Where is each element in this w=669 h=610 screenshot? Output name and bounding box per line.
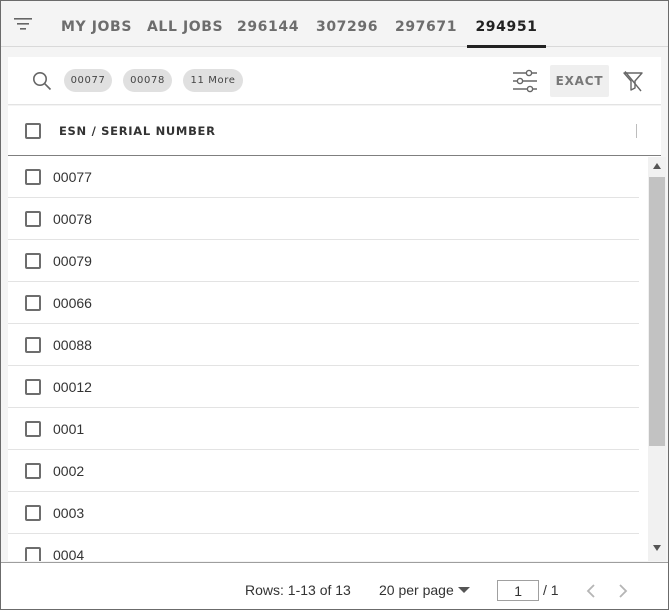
row-checkbox[interactable]: [25, 505, 41, 521]
page-number-input[interactable]: [497, 580, 539, 601]
table-row[interactable]: 00012: [8, 366, 639, 408]
page-total-label: / 1: [543, 582, 559, 598]
table-row[interactable]: 0001: [8, 408, 639, 450]
serial-number-table: ESN / SERIAL NUMBER 00077 00078 00079 00…: [8, 106, 666, 561]
table-row[interactable]: 0004: [8, 534, 639, 561]
row-checkbox[interactable]: [25, 253, 41, 269]
tab-my-jobs[interactable]: MY JOBS: [61, 1, 131, 47]
per-page-select[interactable]: 20 per page: [379, 582, 454, 598]
table-row[interactable]: 00079: [8, 240, 639, 282]
row-checkbox[interactable]: [25, 295, 41, 311]
select-all-checkbox[interactable]: [25, 123, 41, 139]
filter-off-icon[interactable]: [622, 70, 644, 92]
filter-chip[interactable]: 00077: [64, 69, 112, 92]
serial-cell: 00079: [53, 253, 92, 269]
chevron-left-icon[interactable]: [584, 583, 598, 599]
row-checkbox[interactable]: [25, 421, 41, 437]
tab-296144[interactable]: 296144: [237, 1, 298, 47]
scrollbar-thumb[interactable]: [649, 177, 665, 446]
serial-cell: 00066: [53, 295, 92, 311]
scroll-down-arrow-icon[interactable]: [653, 545, 661, 551]
exact-button[interactable]: EXACT: [550, 65, 609, 97]
table-row[interactable]: 00077: [8, 156, 639, 198]
tab-294951[interactable]: 294951: [467, 1, 546, 48]
more-chips-chip[interactable]: 11 More: [183, 69, 243, 92]
row-checkbox[interactable]: [25, 337, 41, 353]
serial-cell: 0004: [53, 547, 85, 561]
chevron-right-icon[interactable]: [616, 583, 630, 599]
row-checkbox[interactable]: [25, 463, 41, 479]
row-checkbox[interactable]: [25, 211, 41, 227]
tab-307296[interactable]: 307296: [316, 1, 377, 47]
serial-cell: 00077: [53, 169, 92, 185]
table-row[interactable]: 0003: [8, 492, 639, 534]
table-row[interactable]: 00078: [8, 198, 639, 240]
serial-cell: 0003: [53, 505, 85, 521]
serial-cell: 00088: [53, 337, 92, 353]
rows-count-label: Rows: 1-13 of 13: [245, 582, 351, 598]
table-header: ESN / SERIAL NUMBER: [8, 106, 661, 156]
row-checkbox[interactable]: [25, 169, 41, 185]
caret-down-icon[interactable]: [458, 587, 470, 593]
app-window: MY JOBS ALL JOBS 296144 307296 297671 29…: [0, 0, 669, 610]
scroll-up-arrow-icon[interactable]: [653, 163, 661, 169]
tab-297671[interactable]: 297671: [395, 1, 456, 47]
pagination-footer: Rows: 1-13 of 13 20 per page / 1: [1, 562, 668, 609]
tab-all-jobs[interactable]: ALL JOBS: [147, 1, 223, 47]
table-row[interactable]: 0002: [8, 450, 639, 492]
column-resize-handle[interactable]: [636, 124, 637, 138]
tab-bar: MY JOBS ALL JOBS 296144 307296 297671 29…: [1, 1, 668, 48]
serial-cell: 00012: [53, 379, 92, 395]
row-checkbox[interactable]: [25, 379, 41, 395]
serial-cell: 0002: [53, 463, 85, 479]
column-header-esn[interactable]: ESN / SERIAL NUMBER: [59, 124, 216, 138]
row-checkbox[interactable]: [25, 547, 41, 561]
vertical-scrollbar[interactable]: [648, 157, 666, 561]
serial-cell: 0001: [53, 421, 85, 437]
table-row[interactable]: 00088: [8, 324, 639, 366]
filter-chip[interactable]: 00078: [123, 69, 172, 92]
search-icon[interactable]: [32, 71, 52, 91]
serial-cell: 00078: [53, 211, 92, 227]
table-body: 00077 00078 00079 00066 00088 00012 0001…: [8, 156, 639, 561]
filter-bar: 00077 00078 11 More EXACT: [8, 57, 661, 105]
table-row[interactable]: 00066: [8, 282, 639, 324]
sliders-icon[interactable]: [512, 69, 538, 93]
filter-list-icon[interactable]: [14, 17, 32, 31]
